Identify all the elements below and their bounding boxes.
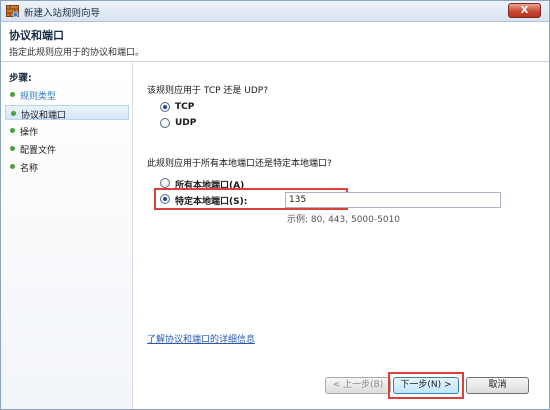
page-title: 协议和端口 xyxy=(9,29,64,42)
sidebar-item-name[interactable]: 名称 xyxy=(5,159,129,174)
udp-radio[interactable] xyxy=(160,118,170,128)
step-bullet-icon xyxy=(10,128,15,133)
port-input[interactable] xyxy=(285,192,501,208)
learn-more-link[interactable]: 了解协议和端口的详细信息 xyxy=(147,332,255,345)
udp-radio-label[interactable]: UDP xyxy=(175,118,196,128)
main-panel: 该规则应用于 TCP 还是 UDP? TCP UDP 此规则应用于所有本地端口还… xyxy=(134,63,549,409)
close-icon: X xyxy=(520,5,529,16)
sidebar-item-profile[interactable]: 配置文件 xyxy=(5,141,129,156)
sidebar-item-label: 配置文件 xyxy=(20,146,57,156)
sidebar-item-protocol-ports[interactable]: 协议和端口 xyxy=(5,105,129,121)
wizard-window: 新建入站规则向导 X 协议和端口 指定此规则应用于的协议和端口。 步骤: 规则类… xyxy=(0,0,550,410)
step-bullet-icon xyxy=(10,164,15,169)
tcp-radio[interactable] xyxy=(160,102,170,112)
port-example: 示例: 80, 443, 5000-5010 xyxy=(287,215,401,225)
sidebar-item-label: 协议和端口 xyxy=(21,111,67,121)
page-subtitle: 指定此规则应用于的协议和端口。 xyxy=(9,48,145,58)
protocol-question: 该规则应用于 TCP 还是 UDP? xyxy=(147,86,268,96)
steps-sidebar: 步骤: 规则类型 协议和端口 操作 配置文件 名称 xyxy=(1,63,133,409)
next-button[interactable]: 下一步(N) > xyxy=(393,377,459,394)
title-bar[interactable]: 新建入站规则向导 X xyxy=(1,1,549,22)
firewall-app-icon xyxy=(6,5,19,18)
step-bullet-icon xyxy=(11,111,16,116)
page-header: 协议和端口 指定此规则应用于的协议和端口。 xyxy=(1,22,549,62)
step-bullet-icon xyxy=(10,146,15,151)
specific-ports-radio-label[interactable]: 特定本地端口(S): xyxy=(175,194,247,207)
specific-ports-radio[interactable] xyxy=(160,194,170,204)
all-ports-radio[interactable] xyxy=(160,178,170,188)
sidebar-item-action[interactable]: 操作 xyxy=(5,123,129,138)
tcp-radio-label[interactable]: TCP xyxy=(175,102,194,112)
step-bullet-icon xyxy=(10,92,15,97)
back-button[interactable]: < 上一步(B) xyxy=(325,377,391,394)
sidebar-item-label: 规则类型 xyxy=(20,92,57,102)
sidebar-item-label: 名称 xyxy=(20,164,39,174)
cancel-button[interactable]: 取消 xyxy=(466,377,529,394)
sidebar-item-label: 操作 xyxy=(20,128,39,138)
steps-heading: 步骤: xyxy=(9,73,32,84)
port-question: 此规则应用于所有本地端口还是特定本地端口? xyxy=(147,159,332,169)
sidebar-item-rule-type[interactable]: 规则类型 xyxy=(5,87,129,102)
close-button[interactable]: X xyxy=(508,3,541,18)
window-title: 新建入站规则向导 xyxy=(24,8,101,19)
